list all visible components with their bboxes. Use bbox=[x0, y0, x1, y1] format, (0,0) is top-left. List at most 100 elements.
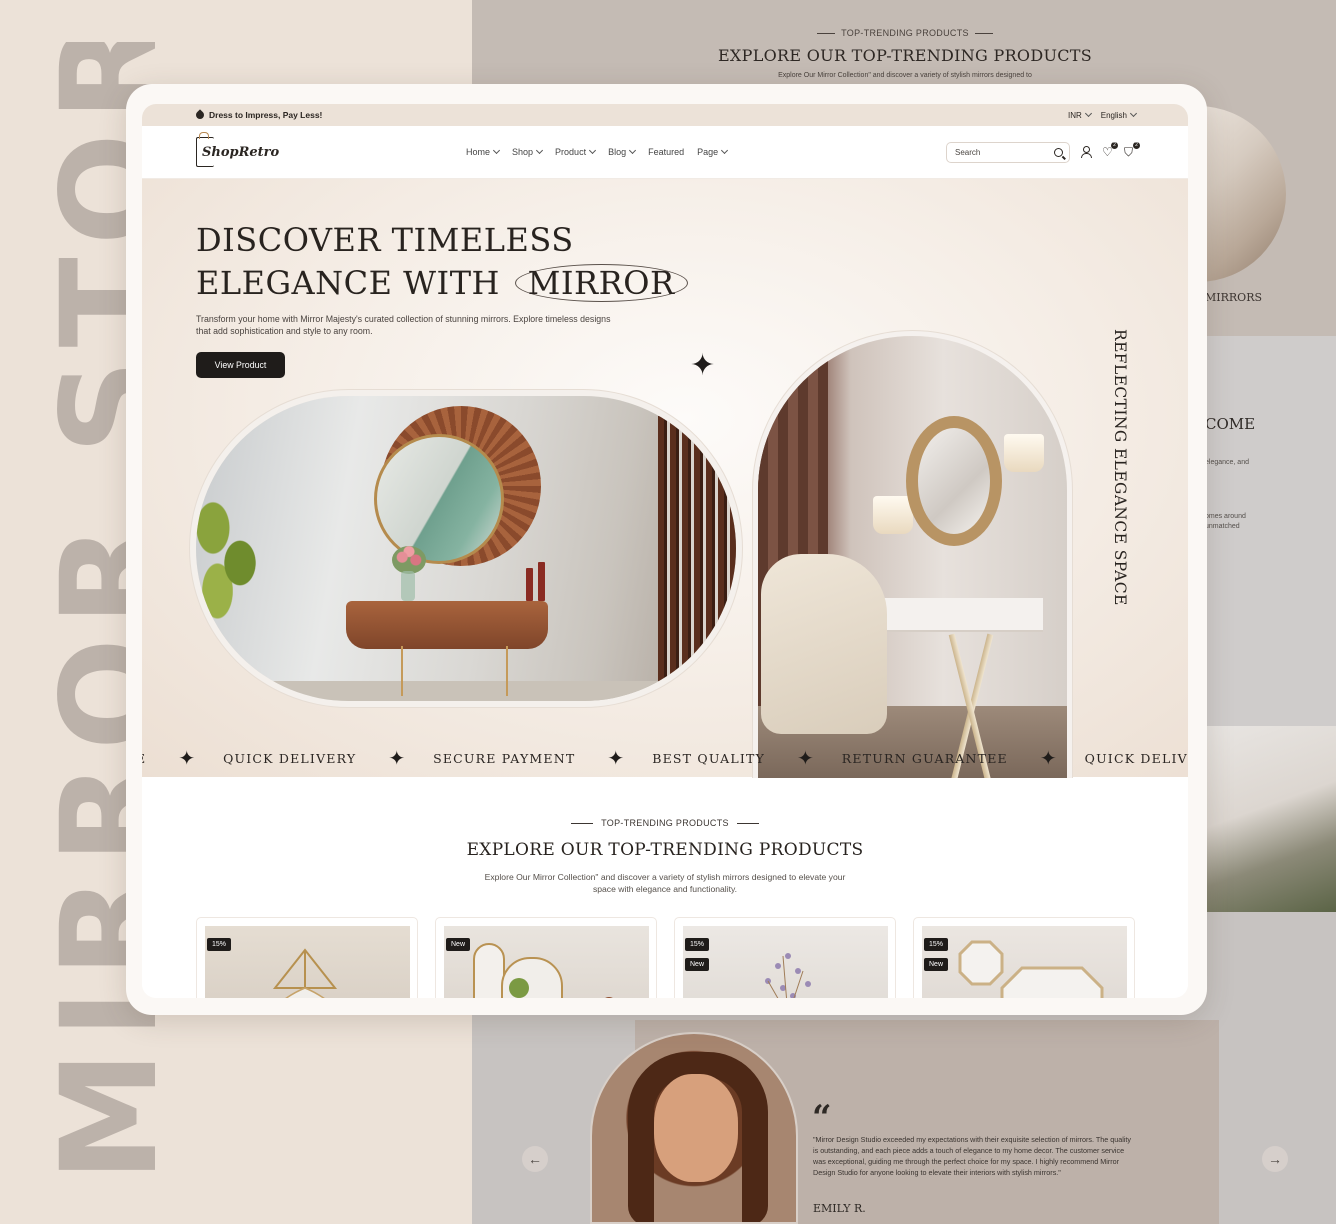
nav-actions: ♡2 ⛉2 bbox=[946, 141, 1140, 163]
bg-trend-title: EXPLORE OUR TOP-TRENDING PRODUCTS bbox=[717, 46, 1093, 65]
ornate-mirror bbox=[906, 416, 1002, 546]
features-marquee: E ✦ QUICK DELIVERY ✦ SECURE PAYMENT ✦ BE… bbox=[142, 738, 1188, 778]
vase bbox=[401, 571, 415, 601]
hero-image-vanity bbox=[758, 336, 1067, 801]
testimonial-text: "Mirror Design Studio exceeded my expect… bbox=[813, 1135, 1132, 1177]
trending-kicker-text: TOP-TRENDING PRODUCTS bbox=[601, 818, 729, 828]
bg-welcome-text-2: omes around unmatched bbox=[1205, 513, 1246, 530]
main-menu: Home Shop Product Blog Featured Page bbox=[466, 147, 727, 157]
octagon-mirrors-illustration bbox=[958, 940, 1104, 998]
browser-frame: Dress to Impress, Pay Less! INR English … bbox=[126, 84, 1207, 1015]
star-icon: ✦ bbox=[178, 747, 196, 770]
promo-message: Dress to Impress, Pay Less! bbox=[194, 109, 323, 121]
hero-section: DISCOVER TIMELESS ELEGANCE WITH MIRROR T… bbox=[142, 179, 1188, 801]
hero-title-line-1: DISCOVER TIMELESS bbox=[196, 221, 574, 259]
trending-title: EXPLORE OUR TOP-TRENDING PRODUCTS bbox=[466, 840, 864, 860]
heart-icon[interactable]: ♡ 2 bbox=[1102, 142, 1118, 158]
product-image bbox=[683, 926, 888, 998]
search-input[interactable] bbox=[955, 147, 1045, 157]
testimonial-prev-button[interactable]: ← bbox=[522, 1146, 548, 1172]
star-icon: ✦ bbox=[607, 747, 625, 770]
marquee-item: SECURE PAYMENT bbox=[433, 750, 576, 766]
wishlist-count-badge: 2 bbox=[1111, 142, 1118, 149]
hero-title-highlight: MIRROR bbox=[514, 264, 688, 302]
kicker-line bbox=[736, 823, 759, 825]
bg-welcome-text: elegance, and bbox=[1205, 459, 1249, 466]
trending-section: TOP-TRENDING PRODUCTS EXPLORE OUR TOP-TR… bbox=[142, 778, 1188, 998]
top-bar: Dress to Impress, Pay Less! INR English bbox=[142, 104, 1188, 126]
hero-title-line-2-prefix: ELEGANCE WITH bbox=[196, 264, 500, 302]
new-badge: New bbox=[446, 938, 471, 951]
nav-item-product[interactable]: Product bbox=[555, 147, 595, 157]
nav-item-blog[interactable]: Blog bbox=[608, 147, 635, 157]
new-badge: New bbox=[685, 958, 710, 971]
language-select[interactable]: English bbox=[1101, 111, 1136, 120]
floor bbox=[196, 681, 736, 701]
logo[interactable]: ShopRetro bbox=[196, 132, 466, 167]
testimonial-avatar bbox=[590, 1032, 798, 1224]
hero-title: DISCOVER TIMELESS ELEGANCE WITH MIRROR bbox=[196, 219, 688, 305]
bg-mirrors-label: MIRRORS bbox=[1205, 291, 1263, 304]
bg-trend-subtitle: Explore Our Mirror Collection" and disco… bbox=[778, 72, 1032, 79]
product-card[interactable]: 15% New bbox=[913, 917, 1135, 998]
website: Dress to Impress, Pay Less! INR English … bbox=[142, 104, 1188, 998]
flower-arrangement-illustration bbox=[765, 953, 811, 998]
wood-slat-panel bbox=[658, 416, 736, 701]
testimonial-author: EMILY R. bbox=[813, 1202, 866, 1215]
testimonial-next-button[interactable]: → bbox=[1262, 1146, 1288, 1172]
search-box bbox=[946, 141, 1070, 163]
main-navbar: ShopRetro Home Shop Product Blog Feature… bbox=[142, 126, 1188, 179]
marquee-item: BEST QUALITY bbox=[652, 750, 766, 766]
hero-description: Transform your home with Mirror Majesty'… bbox=[196, 314, 611, 336]
discount-badge: 15% bbox=[685, 938, 710, 951]
marquee-item: RETURN GUARANTEE bbox=[841, 750, 1008, 766]
wall-sconce bbox=[873, 496, 913, 534]
view-product-button[interactable]: View Product bbox=[196, 352, 285, 378]
new-badge: New bbox=[924, 958, 949, 971]
search-icon[interactable] bbox=[1054, 147, 1063, 157]
quote-icon: “ bbox=[812, 1098, 832, 1138]
product-card[interactable]: 15% New bbox=[674, 917, 896, 998]
bg-welcome-heading: COME bbox=[1205, 415, 1256, 433]
user-icon[interactable] bbox=[1080, 146, 1092, 158]
discount-badge: 15% bbox=[207, 938, 232, 951]
showcase-photo-panel bbox=[1190, 726, 1336, 912]
discount-badge: 15% bbox=[924, 938, 949, 951]
cart-count-badge: 2 bbox=[1133, 142, 1140, 149]
nav-item-shop[interactable]: Shop bbox=[512, 147, 542, 157]
round-mirror bbox=[374, 434, 504, 564]
currency-select[interactable]: INR bbox=[1068, 111, 1091, 120]
product-card[interactable]: New bbox=[435, 917, 657, 998]
logo-mark bbox=[196, 132, 214, 167]
cart-icon[interactable]: ⛉ 2 bbox=[1124, 142, 1140, 158]
wood-console bbox=[346, 601, 548, 649]
trending-kicker: TOP-TRENDING PRODUCTS bbox=[142, 818, 1188, 828]
product-card[interactable]: 15% bbox=[196, 917, 418, 998]
console-leg bbox=[506, 646, 508, 696]
plant bbox=[196, 486, 276, 626]
promo-text: Dress to Impress, Pay Less! bbox=[209, 110, 323, 120]
flowers bbox=[392, 546, 426, 574]
kicker-line bbox=[571, 823, 594, 825]
hero-title-line-2: ELEGANCE WITH MIRROR bbox=[196, 262, 688, 305]
avatar-face bbox=[654, 1074, 738, 1182]
marquee-item: QUICK DELIVERY bbox=[223, 750, 357, 766]
marquee-fragment: QUICK DELIVE bbox=[1084, 750, 1188, 766]
candle bbox=[526, 568, 533, 601]
star-icon: ✦ bbox=[1039, 747, 1057, 770]
bg-trend-kicker: TOP-TRENDING PRODUCTS bbox=[752, 28, 1058, 38]
nav-item-home[interactable]: Home bbox=[466, 147, 499, 157]
nav-item-featured[interactable]: Featured bbox=[648, 147, 684, 157]
chair bbox=[761, 554, 887, 734]
diamond-mirror-illustration bbox=[272, 948, 338, 998]
sparkle-icon: ✦ bbox=[690, 349, 716, 382]
console-leg bbox=[401, 646, 403, 696]
pill-mirrors-illustration bbox=[473, 943, 613, 998]
wall-sconce bbox=[1004, 434, 1044, 472]
hero-vertical-tag: REFLECTING ELEGANCE SPACE bbox=[1111, 329, 1129, 606]
marquee-fragment: E bbox=[142, 751, 146, 766]
nav-item-page[interactable]: Page bbox=[697, 147, 727, 157]
star-icon: ✦ bbox=[797, 747, 814, 770]
leaf-icon bbox=[194, 109, 206, 121]
trending-subtitle: Explore Our Mirror Collection" and disco… bbox=[484, 872, 846, 894]
